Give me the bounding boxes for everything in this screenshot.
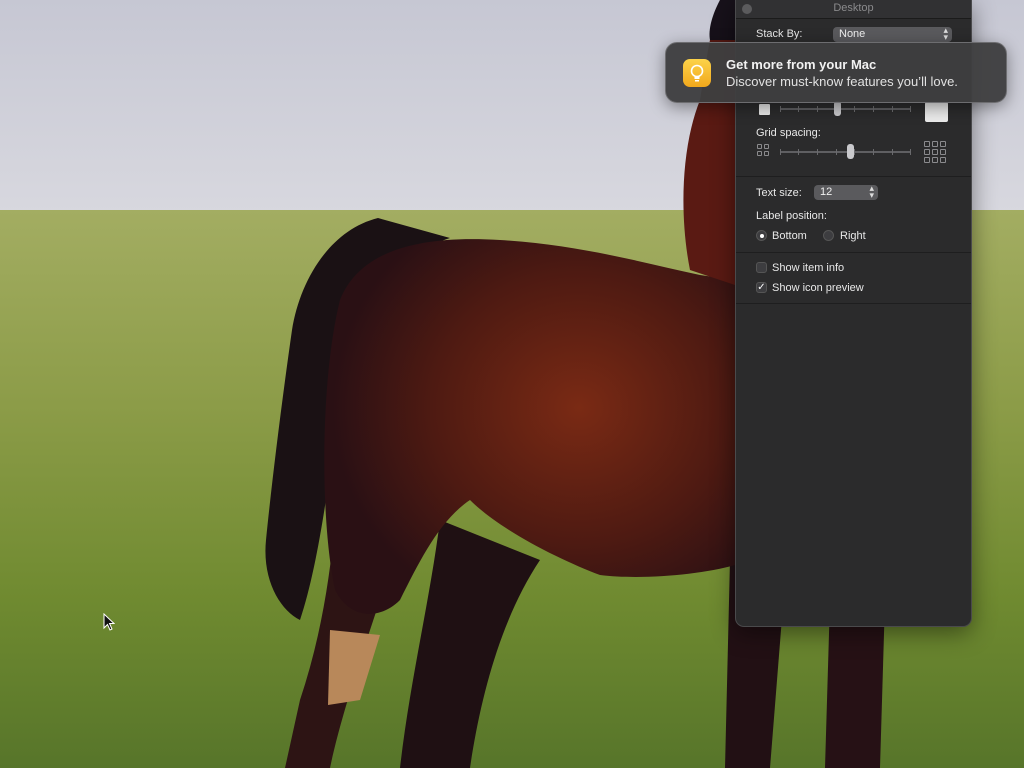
show-item-info-label: Show item info [772,262,845,274]
radio-bottom-label: Bottom [772,230,807,242]
stack-by-popup[interactable]: None ▴ ▾ [833,25,952,42]
panel-title: Desktop [833,2,874,14]
show-item-info-checkbox[interactable] [756,262,767,273]
grid-spacing-label: Grid spacing: [756,127,821,139]
icon-size-slider[interactable] [780,101,911,116]
show-icon-preview-label: Show icon preview [772,282,864,294]
grid-spacing-large-icon [924,141,946,163]
chevron-updown-icon: ▴ ▾ [943,25,948,42]
radio-right[interactable] [823,230,834,241]
mouse-pointer-icon [103,612,116,636]
panel-titlebar: Desktop [736,0,971,19]
notification-body: Discover must-know features you’ll love. [726,74,958,89]
grid-spacing-slider[interactable] [780,144,911,159]
label-position-label: Label position: [756,210,827,222]
text-size-popup[interactable]: 12 ▴ ▾ [814,183,878,200]
checkmark-icon: ✓ [757,282,766,293]
chevron-updown-icon: ▴ ▾ [869,183,874,200]
icon-size-slider-knob[interactable] [834,101,841,116]
radio-bottom[interactable] [756,230,767,241]
divider [736,176,971,177]
icon-size-small-icon [759,104,770,115]
divider [736,303,971,304]
lightbulb-icon [683,59,711,87]
stack-by-value: None [839,28,866,40]
text-size-value: 12 [820,186,833,198]
divider [736,252,971,253]
icon-size-large-icon [925,102,948,122]
stack-by-label: Stack By: [756,28,803,40]
text-size-label: Text size: [756,187,802,199]
notification-banner[interactable]: Get more from your Mac Discover must-kno… [665,42,1007,103]
radio-right-label: Right [840,230,866,242]
notification-title: Get more from your Mac [726,57,877,72]
show-icon-preview-checkbox[interactable]: ✓ [756,282,767,293]
grid-spacing-small-icon [757,144,769,156]
grid-spacing-slider-knob[interactable] [847,144,854,159]
